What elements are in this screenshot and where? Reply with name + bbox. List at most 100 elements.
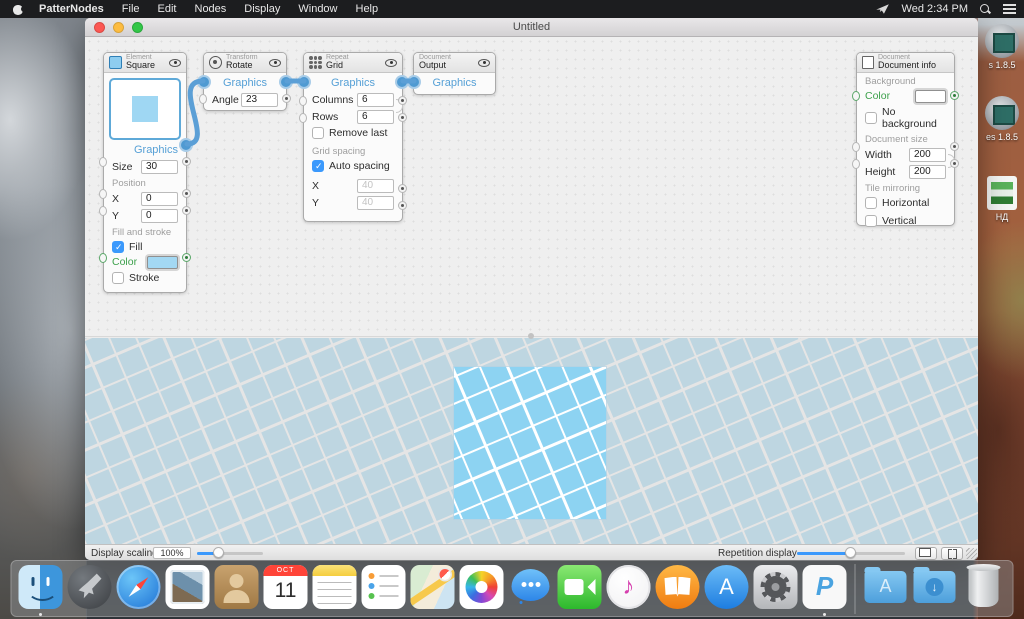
height-field[interactable]: 200	[909, 165, 946, 179]
node-element-square[interactable]: Element Square Graphics Size 30 Position…	[103, 52, 187, 293]
app-menu[interactable]: PatterNodes	[30, 3, 113, 15]
port-rows-out[interactable]	[398, 113, 407, 122]
dock-item-facetime[interactable]	[557, 565, 603, 613]
port-size-in[interactable]	[99, 157, 107, 167]
port-y-out[interactable]	[182, 206, 191, 215]
size-field[interactable]: 30	[141, 160, 178, 174]
notification-center-icon[interactable]	[1003, 4, 1016, 14]
resize-grip[interactable]	[966, 548, 977, 559]
menu-display[interactable]: Display	[235, 3, 289, 15]
visibility-eye-icon[interactable]	[478, 59, 490, 67]
remove-last-checkbox[interactable]	[312, 127, 324, 139]
port-width-out[interactable]	[950, 142, 959, 151]
node-grid-header[interactable]: Repeat Grid	[304, 53, 402, 73]
dock-item-trash[interactable]	[961, 565, 1007, 613]
spotlight-icon[interactable]	[980, 4, 991, 15]
grid-y-field[interactable]: 40	[357, 196, 394, 210]
dock-item-reminders[interactable]	[361, 565, 407, 613]
fullscreen-preview-button[interactable]	[941, 547, 963, 560]
port-angle-out[interactable]	[282, 94, 291, 103]
node-repeat-grid[interactable]: Repeat Grid Graphics Columns 6 Rows 6 Re…	[303, 52, 403, 222]
port-color-in[interactable]	[99, 253, 107, 263]
port-graphics-out[interactable]	[281, 77, 291, 87]
port-angle-in[interactable]	[199, 94, 207, 104]
fill-checkbox[interactable]	[112, 241, 124, 253]
display-scaling-slider-thumb[interactable]	[213, 547, 224, 558]
port-size-out[interactable]	[182, 157, 191, 166]
node-square-header[interactable]: Element Square	[104, 53, 186, 73]
dock-item-maps[interactable]	[410, 565, 456, 613]
menu-edit[interactable]: Edit	[149, 3, 186, 15]
dock-item-folder-apps[interactable]: A	[863, 565, 909, 613]
horizontal-checkbox[interactable]	[865, 197, 877, 209]
menu-extra-icon[interactable]	[876, 3, 890, 15]
port-x-in[interactable]	[99, 189, 107, 199]
dock-item-launchpad[interactable]	[67, 565, 113, 613]
columns-field[interactable]: 6	[357, 93, 394, 107]
dock-item-patternodes[interactable]: P	[802, 565, 848, 613]
stroke-checkbox[interactable]	[112, 272, 124, 284]
port-columns-in[interactable]	[299, 96, 307, 106]
menu-nodes[interactable]: Nodes	[186, 3, 236, 15]
desktop-icon-disk-image-1[interactable]: s 1.8.5	[980, 24, 1024, 70]
port-y-in[interactable]	[99, 206, 107, 216]
port-width-in[interactable]	[852, 142, 860, 152]
port-height-out[interactable]	[950, 159, 959, 168]
port-graphics-out[interactable]	[397, 77, 407, 87]
x-field[interactable]: 0	[141, 192, 178, 206]
vertical-checkbox[interactable]	[865, 215, 877, 227]
width-field[interactable]: 200	[909, 148, 946, 162]
fill-color-swatch[interactable]	[147, 256, 178, 269]
node-output-header[interactable]: Document Output	[414, 53, 495, 73]
port-height-in[interactable]	[852, 159, 860, 169]
port-columns-out[interactable]	[398, 96, 407, 105]
dock-item-itunes[interactable]: ♪	[606, 565, 652, 613]
title-bar[interactable]: Untitled	[85, 18, 978, 37]
port-color-out[interactable]	[182, 253, 191, 262]
dock-item-calendar[interactable]: OCT11	[263, 565, 309, 613]
port-bgcolor-out[interactable]	[950, 91, 959, 100]
dock-item-notes[interactable]	[312, 565, 358, 613]
dock-item-ibooks[interactable]	[655, 565, 701, 613]
visibility-eye-icon[interactable]	[169, 59, 181, 67]
port-bgcolor-in[interactable]	[852, 91, 860, 101]
menu-window[interactable]: Window	[289, 3, 346, 15]
node-docinfo-header[interactable]: Document Document info	[857, 53, 954, 73]
no-background-checkbox[interactable]	[865, 112, 877, 124]
dock-item-sysprefs[interactable]	[753, 565, 799, 613]
repetition-display-slider-thumb[interactable]	[845, 547, 856, 558]
port-graphics-in[interactable]	[199, 77, 209, 87]
node-editor-canvas[interactable]: Element Square Graphics Size 30 Position…	[85, 37, 978, 337]
dock-item-appstore[interactable]: A	[704, 565, 750, 613]
pattern-preview[interactable]	[85, 338, 978, 545]
dock-item-safari[interactable]	[116, 565, 162, 613]
dock-item-messages[interactable]	[508, 565, 554, 613]
dock-item-mail[interactable]	[165, 565, 211, 613]
apple-menu-icon[interactable]	[12, 3, 24, 15]
angle-field[interactable]: 23	[241, 93, 278, 107]
port-graphics-in[interactable]	[299, 77, 309, 87]
auto-spacing-checkbox[interactable]	[312, 160, 324, 172]
port-spacing-y-out[interactable]	[398, 201, 407, 210]
desktop-icon-document-1[interactable]: НД	[980, 176, 1024, 222]
port-graphics-in[interactable]	[409, 77, 419, 87]
desktop-icon-disk-image-2[interactable]: es 1.8.5	[980, 96, 1024, 142]
splitter-handle[interactable]	[528, 333, 534, 339]
grid-x-field[interactable]: 40	[357, 179, 394, 193]
port-spacing-x-out[interactable]	[398, 184, 407, 193]
dock-item-photos[interactable]	[459, 565, 505, 613]
wire-square-to-rotate[interactable]	[187, 81, 203, 144]
port-graphics-out[interactable]	[181, 140, 191, 150]
dock-item-finder[interactable]	[18, 565, 64, 613]
node-document-output[interactable]: Document Output Graphics	[413, 52, 496, 95]
visibility-eye-icon[interactable]	[385, 59, 397, 67]
menu-help[interactable]: Help	[347, 3, 388, 15]
node-rotate-header[interactable]: Transform Rotate	[204, 53, 286, 73]
repetition-display-slider[interactable]	[797, 552, 905, 555]
dock-item-folder-downloads[interactable]: ↓	[912, 565, 958, 613]
menu-file[interactable]: File	[113, 3, 149, 15]
port-rows-in[interactable]	[299, 113, 307, 123]
rows-field[interactable]: 6	[357, 110, 394, 124]
node-document-info[interactable]: Document Document info Background Color …	[856, 52, 955, 226]
display-scaling-field[interactable]: 100%	[153, 547, 191, 559]
